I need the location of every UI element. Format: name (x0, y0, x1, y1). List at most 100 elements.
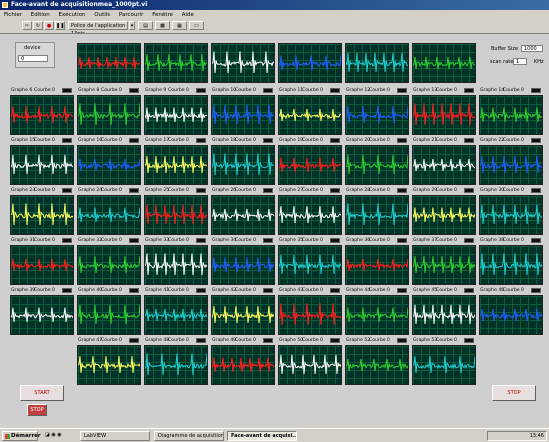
graph-plot[interactable] (479, 145, 543, 185)
graph-plot[interactable] (211, 95, 275, 135)
legend-swatch-icon[interactable] (330, 88, 340, 93)
graph-plot[interactable] (278, 345, 342, 385)
graph-plot[interactable] (77, 95, 141, 135)
legend-swatch-icon[interactable] (62, 88, 72, 93)
task-labview[interactable]: LabVIEW (80, 431, 150, 441)
graph-plot[interactable] (345, 345, 409, 385)
graph-plot[interactable] (77, 295, 141, 335)
menu-parcourir[interactable]: Parcourir (119, 12, 144, 18)
graph-plot[interactable] (278, 95, 342, 135)
legend-swatch-icon[interactable] (62, 138, 72, 143)
legend-swatch-icon[interactable] (330, 288, 340, 293)
graph-plot[interactable] (77, 245, 141, 285)
legend-swatch-icon[interactable] (397, 338, 407, 343)
graph-plot[interactable] (412, 145, 476, 185)
legend-swatch-icon[interactable] (129, 338, 139, 343)
graph-plot[interactable] (211, 195, 275, 235)
legend-swatch-icon[interactable] (330, 238, 340, 243)
legend-swatch-icon[interactable] (397, 238, 407, 243)
legend-swatch-icon[interactable] (531, 238, 541, 243)
graph-plot[interactable] (412, 295, 476, 335)
legend-swatch-icon[interactable] (531, 188, 541, 193)
task-diagram[interactable]: Diagramme de acquisition... (154, 431, 224, 441)
graph-plot[interactable] (10, 295, 74, 335)
legend-swatch-icon[interactable] (62, 188, 72, 193)
menu-execution[interactable]: Exécution (59, 12, 86, 18)
buffer-input[interactable]: 1000 (521, 45, 543, 52)
legend-swatch-icon[interactable] (196, 288, 206, 293)
graph-plot[interactable] (144, 95, 208, 135)
font-select[interactable]: Police de l'application 13pts (68, 21, 128, 37)
graph-plot[interactable] (77, 345, 141, 385)
legend-swatch-icon[interactable] (464, 338, 474, 343)
graph-plot[interactable] (345, 295, 409, 335)
legend-swatch-icon[interactable] (397, 188, 407, 193)
legend-swatch-icon[interactable] (330, 188, 340, 193)
legend-swatch-icon[interactable] (62, 288, 72, 293)
graph-plot[interactable] (211, 295, 275, 335)
graph-plot[interactable] (345, 195, 409, 235)
legend-swatch-icon[interactable] (129, 138, 139, 143)
legend-swatch-icon[interactable] (263, 238, 273, 243)
legend-swatch-icon[interactable] (263, 338, 273, 343)
graph-plot[interactable] (345, 245, 409, 285)
legend-swatch-icon[interactable] (263, 288, 273, 293)
graph-plot[interactable] (278, 43, 342, 83)
menu-edition[interactable]: Edition (31, 12, 50, 18)
legend-swatch-icon[interactable] (464, 88, 474, 93)
legend-swatch-icon[interactable] (129, 88, 139, 93)
legend-swatch-icon[interactable] (531, 138, 541, 143)
graph-plot[interactable] (144, 43, 208, 83)
graph-plot[interactable] (345, 95, 409, 135)
run-arrow-icon[interactable]: ⇨ (22, 21, 32, 30)
chevron-down-icon[interactable]: ▾ (129, 21, 135, 30)
graph-plot[interactable] (278, 195, 342, 235)
legend-swatch-icon[interactable] (464, 188, 474, 193)
legend-swatch-icon[interactable] (62, 238, 72, 243)
graph-plot[interactable] (211, 245, 275, 285)
menu-outils[interactable]: Outils (94, 12, 110, 18)
stop-button[interactable]: STOP (492, 385, 536, 401)
graph-plot[interactable] (278, 145, 342, 185)
legend-swatch-icon[interactable] (196, 138, 206, 143)
legend-swatch-icon[interactable] (397, 138, 407, 143)
legend-swatch-icon[interactable] (397, 88, 407, 93)
start-menu-button[interactable]: Démarrer (2, 431, 41, 441)
distribute-icon[interactable]: ▩ (155, 21, 170, 30)
legend-swatch-icon[interactable] (196, 88, 206, 93)
graph-plot[interactable] (211, 345, 275, 385)
graph-plot[interactable] (412, 43, 476, 83)
legend-swatch-icon[interactable] (196, 238, 206, 243)
graph-plot[interactable] (345, 43, 409, 83)
graph-plot[interactable] (278, 295, 342, 335)
legend-swatch-icon[interactable] (464, 288, 474, 293)
menu-fichier[interactable]: Fichier (4, 12, 22, 18)
legend-swatch-icon[interactable] (129, 288, 139, 293)
graph-plot[interactable] (10, 195, 74, 235)
legend-swatch-icon[interactable] (330, 138, 340, 143)
graph-plot[interactable] (479, 295, 543, 335)
legend-swatch-icon[interactable] (464, 238, 474, 243)
graph-plot[interactable] (144, 245, 208, 285)
quicklaunch-icons[interactable]: ◪ ◉ ◉ (42, 431, 76, 441)
menu-aide[interactable]: Aide (182, 12, 194, 18)
graph-plot[interactable] (479, 245, 543, 285)
legend-swatch-icon[interactable] (531, 88, 541, 93)
graph-plot[interactable] (211, 43, 275, 83)
legend-swatch-icon[interactable] (196, 338, 206, 343)
device-input[interactable]: 0 (18, 55, 48, 62)
graph-plot[interactable] (412, 95, 476, 135)
task-front-panel[interactable]: Face-avant de acquisi... (227, 431, 297, 441)
legend-swatch-icon[interactable] (531, 288, 541, 293)
legend-swatch-icon[interactable] (196, 188, 206, 193)
graph-plot[interactable] (77, 195, 141, 235)
graph-plot[interactable] (278, 245, 342, 285)
pause-icon[interactable]: ❚❚ (55, 21, 65, 30)
abort-icon[interactable]: ● (44, 21, 54, 30)
graph-plot[interactable] (479, 95, 543, 135)
start-button[interactable]: START (20, 385, 64, 401)
legend-swatch-icon[interactable] (263, 88, 273, 93)
legend-swatch-icon[interactable] (464, 138, 474, 143)
graph-plot[interactable] (10, 95, 74, 135)
graph-plot[interactable] (412, 245, 476, 285)
